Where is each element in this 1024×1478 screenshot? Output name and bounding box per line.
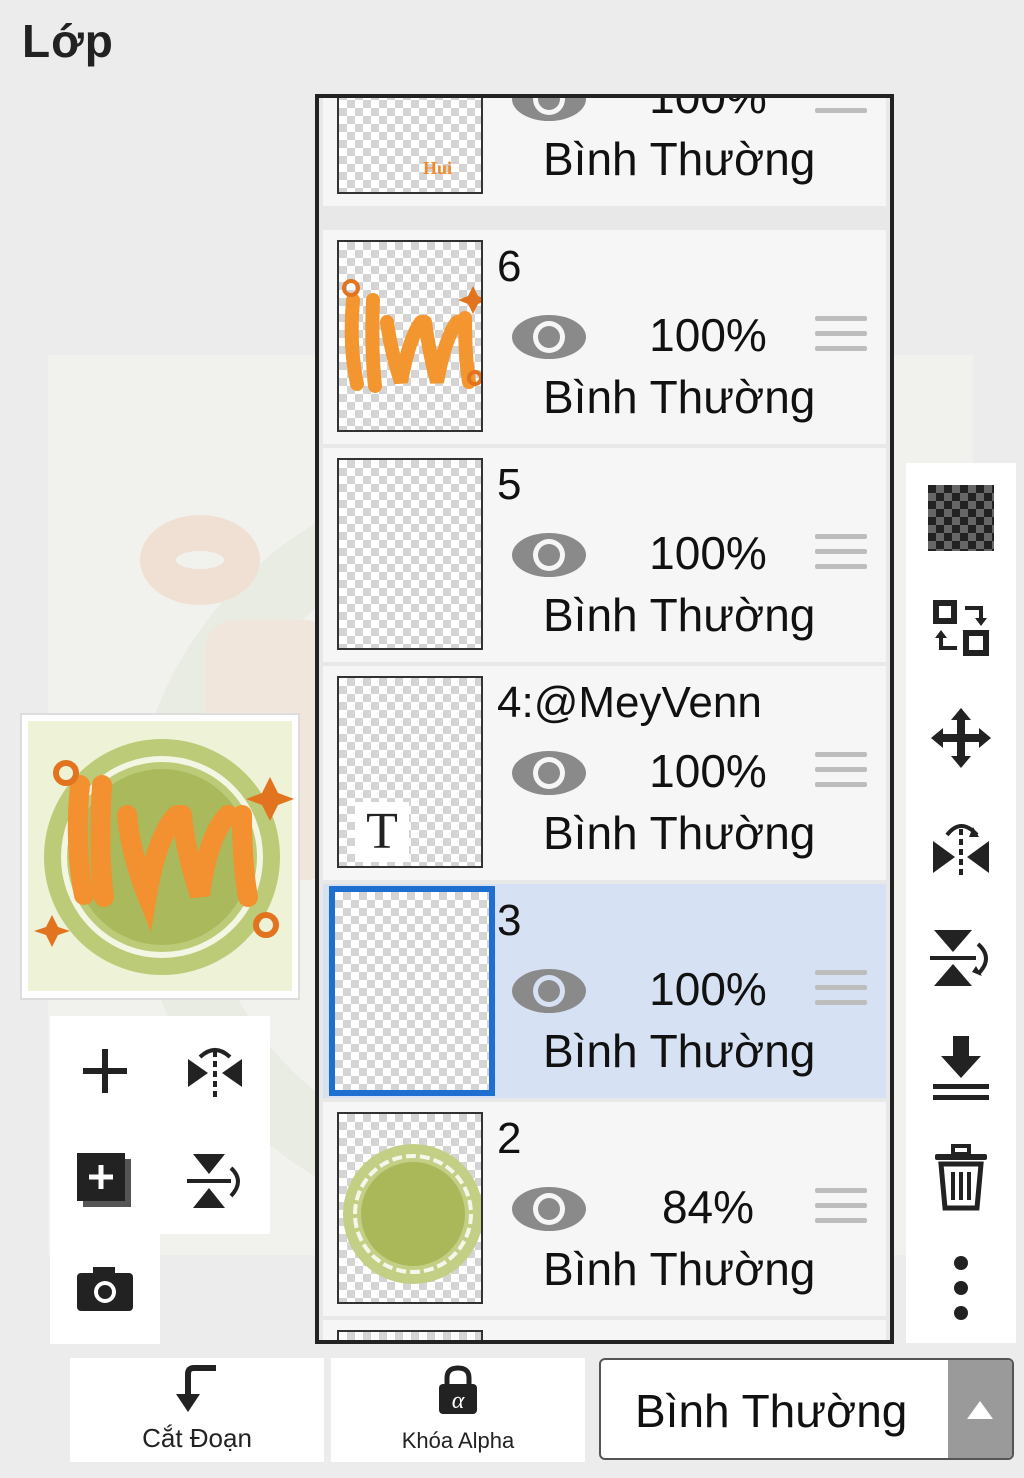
checkerboard-icon	[928, 485, 994, 551]
camera-icon	[77, 1267, 133, 1311]
thumbnail-art	[343, 1144, 481, 1284]
flip-horizontal-icon	[933, 824, 989, 879]
layer-name: 5	[497, 460, 522, 509]
layer-row[interactable]	[323, 1320, 886, 1340]
drag-handle-icon[interactable]	[815, 1188, 867, 1234]
layer-name: 2	[497, 1114, 522, 1163]
visibility-eye-icon[interactable]	[509, 528, 589, 582]
layer-blend-mode: Bình Thường	[543, 1025, 816, 1077]
add-layer-button[interactable]	[55, 1021, 155, 1121]
dropdown-arrow-icon[interactable]	[948, 1360, 1012, 1458]
svg-text:α: α	[452, 1388, 465, 1414]
panel-title: Lớp	[22, 15, 114, 67]
layer-name: 6	[497, 242, 522, 291]
visibility-eye-icon[interactable]	[509, 746, 589, 800]
layer-blend-mode: Bình Thường	[543, 1243, 816, 1295]
flip-horizontal-button[interactable]	[165, 1021, 265, 1121]
layer-opacity: 100%	[649, 745, 767, 797]
add-layer-copy-button[interactable]	[55, 1131, 155, 1231]
more-options-button[interactable]	[916, 1243, 1006, 1333]
canvas-preview[interactable]	[20, 713, 300, 1000]
layer-blend-mode: Bình Thường	[543, 371, 816, 423]
clip-arrow-icon	[176, 1365, 216, 1412]
layer-row[interactable]: 6 100% Bình Thường	[323, 230, 886, 444]
flip-horizontal-icon	[188, 1048, 242, 1097]
alpha-lock-button[interactable]: α Khóa Alpha	[331, 1358, 585, 1462]
layer-opacity: 100%	[649, 963, 767, 1015]
right-toolbar	[906, 463, 1016, 1343]
layer-thumbnail	[337, 1330, 483, 1340]
alpha-lock-label: Khóa Alpha	[401, 1428, 515, 1453]
delete-layer-button[interactable]	[916, 1133, 1006, 1223]
flip-horizontal-button[interactable]	[916, 803, 1006, 893]
layer-name: 3	[497, 896, 522, 945]
layer-blend-mode: Bình Thường	[543, 133, 816, 185]
visibility-eye-icon[interactable]	[509, 310, 589, 364]
merge-down-button[interactable]	[916, 1023, 1006, 1113]
move-icon	[931, 708, 991, 768]
thumbnail-art	[342, 279, 481, 393]
plus-icon	[83, 1049, 127, 1093]
layer-thumbnail	[337, 1112, 483, 1304]
layer-row[interactable]: 2 84% Bình Thường	[323, 1102, 886, 1316]
flip-vertical-icon	[187, 1154, 240, 1208]
layer-opacity: 100%	[649, 527, 767, 579]
more-vertical-icon	[954, 1256, 968, 1320]
transparency-button[interactable]	[916, 473, 1006, 563]
swap-layer-button[interactable]	[916, 583, 1006, 673]
layer-thumbnail	[337, 240, 483, 432]
layer-row[interactable]: T 4:@MeyVenn 100% Bình Thường	[323, 666, 886, 880]
clip-label: Cắt Đoạn	[142, 1423, 252, 1453]
layer-row[interactable]: Hui 100% Bình Thường	[323, 94, 886, 206]
drag-handle-icon[interactable]	[815, 752, 867, 798]
blend-mode-value: Bình Thường	[635, 1385, 908, 1437]
clip-button[interactable]: Cắt Đoạn	[70, 1358, 324, 1462]
drag-handle-icon[interactable]	[815, 970, 867, 1016]
layer-opacity: 84%	[661, 1181, 755, 1233]
visibility-eye-icon[interactable]	[509, 964, 589, 1018]
thumbnail-art: Hui	[423, 158, 452, 178]
visibility-eye-icon[interactable]	[509, 1182, 589, 1236]
svg-text:Hui: Hui	[423, 158, 452, 178]
layer-add-icon	[77, 1153, 131, 1207]
flip-vertical-icon	[930, 930, 988, 986]
camera-button[interactable]	[55, 1239, 155, 1339]
drag-handle-icon[interactable]	[815, 316, 867, 362]
layer-blend-mode: Bình Thường	[543, 589, 816, 641]
layer-list[interactable]: Hui 100% Bình Thường 6 100% Bình Thường …	[315, 94, 894, 1344]
layer-name: 4:@MeyVenn	[497, 678, 762, 727]
left-toolbar-bottom	[50, 1234, 160, 1344]
swap-icon	[933, 600, 989, 656]
blend-mode-select[interactable]: Bình Thường	[599, 1358, 1014, 1460]
flip-vertical-button[interactable]	[916, 913, 1006, 1003]
move-button[interactable]	[916, 693, 1006, 783]
layer-thumbnail: T	[337, 676, 483, 868]
layer-row-selected[interactable]: 3 100% Bình Thường	[323, 884, 886, 1098]
layer-row[interactable]: 5 100% Bình Thường	[323, 448, 886, 662]
preview-artwork	[28, 721, 294, 991]
merge-down-icon	[933, 1036, 989, 1100]
flip-vertical-button[interactable]	[165, 1131, 265, 1231]
trash-icon	[935, 1144, 987, 1211]
canvas-shape	[140, 515, 260, 605]
drag-handle-icon[interactable]	[815, 98, 867, 124]
alpha-lock-icon: α	[439, 1365, 477, 1414]
layer-thumbnail	[337, 458, 483, 650]
visibility-eye-icon[interactable]	[509, 98, 589, 126]
left-toolbar	[50, 1016, 270, 1234]
layer-thumbnail: Hui	[337, 98, 483, 194]
layer-opacity: 100%	[649, 94, 767, 123]
layer-thumbnail	[329, 886, 495, 1096]
text-layer-icon: T	[355, 802, 409, 862]
drag-handle-icon[interactable]	[815, 534, 867, 580]
layer-blend-mode: Bình Thường	[543, 807, 816, 859]
layer-opacity: 100%	[649, 309, 767, 361]
